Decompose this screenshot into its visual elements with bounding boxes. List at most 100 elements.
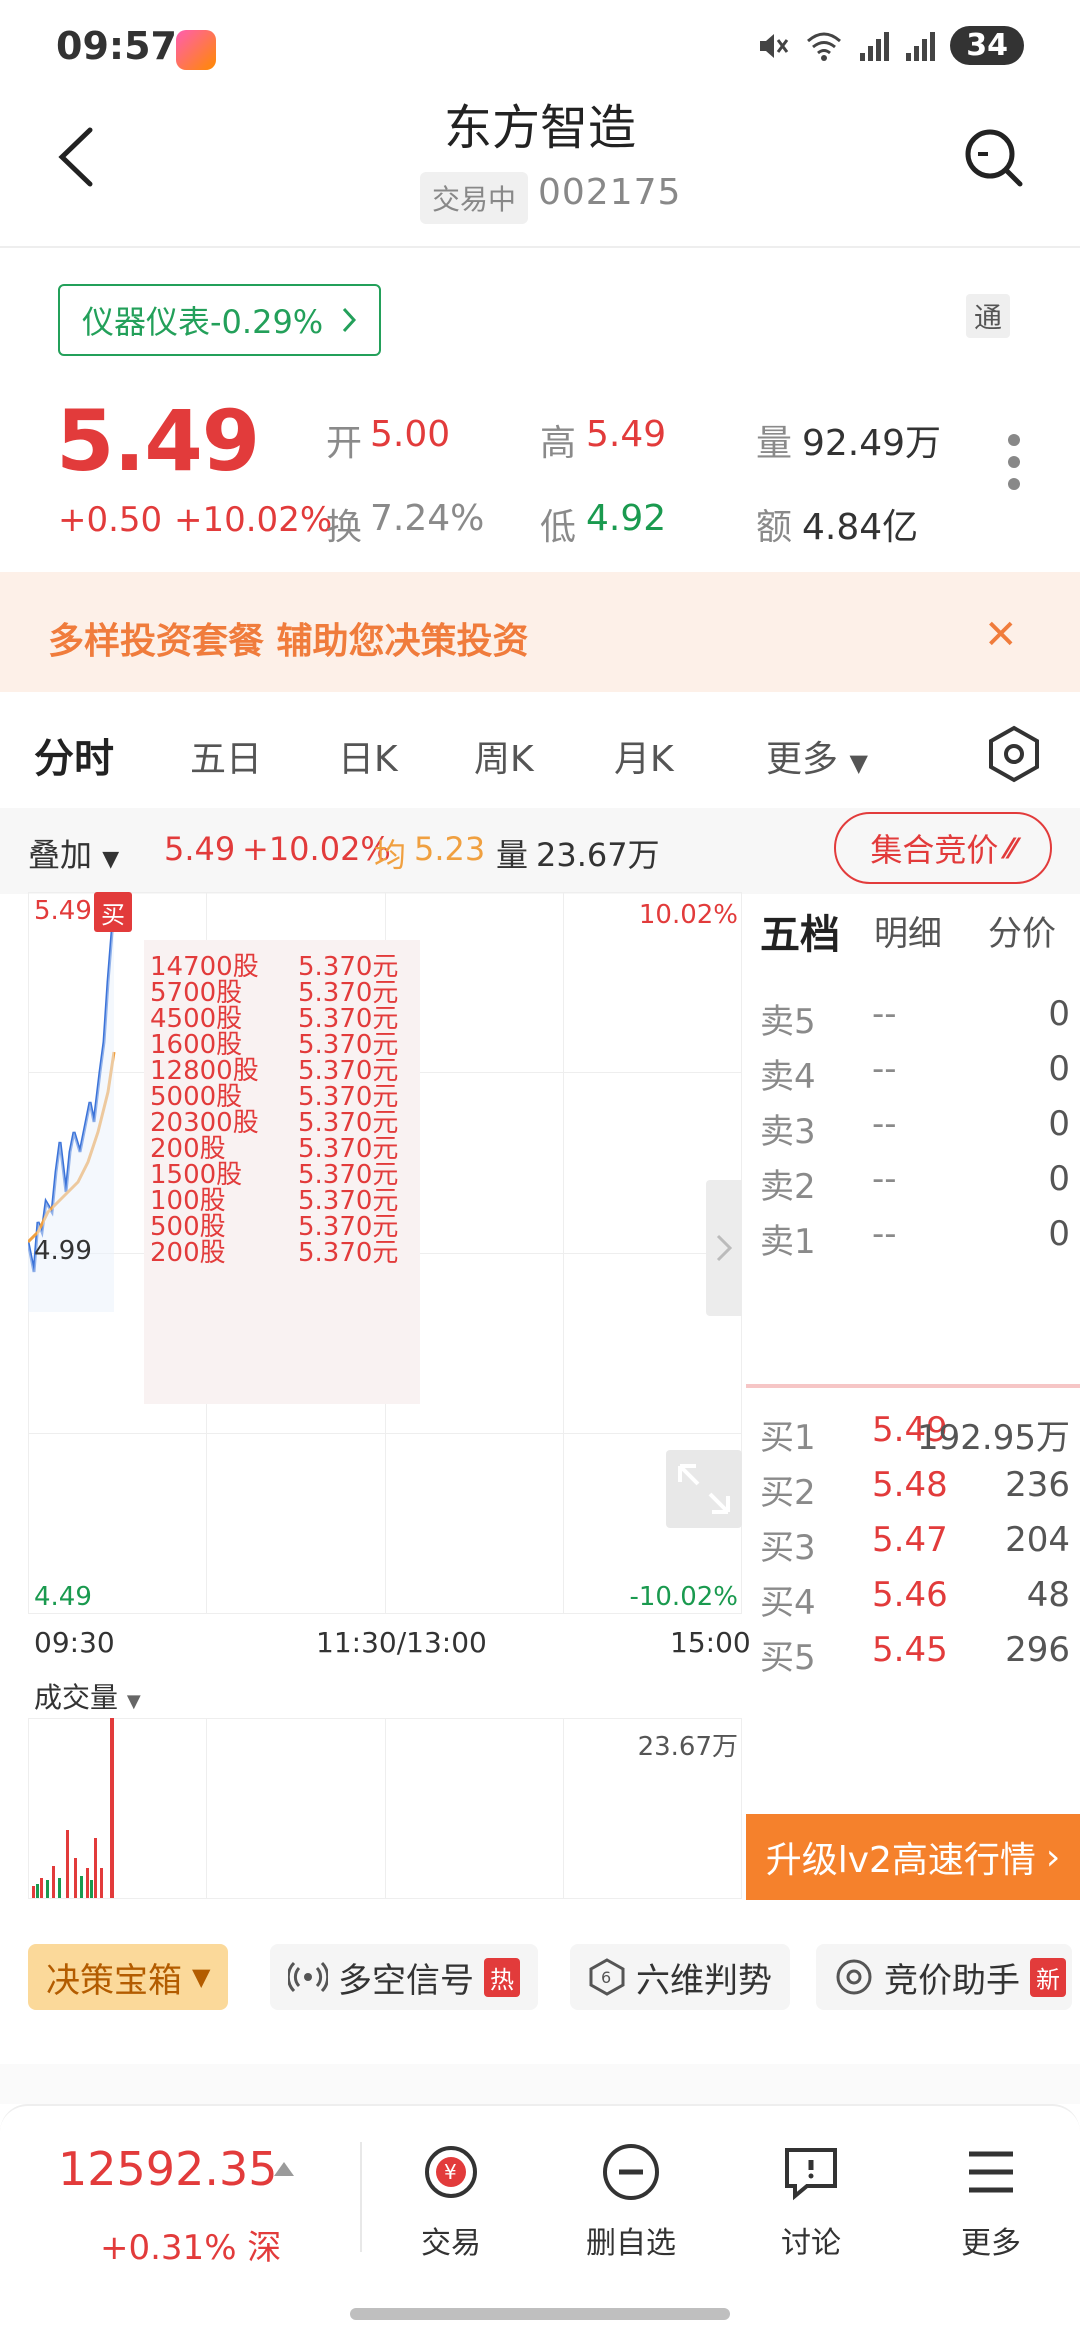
home-indicator[interactable] bbox=[350, 2308, 730, 2320]
status-bar: 09:57 34 bbox=[0, 0, 1080, 100]
signal-icon-2 bbox=[906, 31, 936, 61]
volume-dropdown[interactable]: 成交量 ▼ bbox=[34, 1676, 141, 1716]
low-label: 低 bbox=[540, 507, 577, 548]
order-level-label: 卖3 bbox=[760, 1112, 816, 1152]
order-level-volume: 48 bbox=[1026, 1575, 1070, 1615]
minus-circle-icon bbox=[603, 2144, 659, 2200]
order-level-volume: 296 bbox=[1005, 1630, 1070, 1670]
svg-text:¥: ¥ bbox=[444, 2160, 457, 2184]
order-level-label: 卖5 bbox=[760, 1002, 816, 1042]
caret-down-icon: ▼ bbox=[102, 847, 120, 872]
nav-divider bbox=[360, 2142, 362, 2252]
new-badge: 新 bbox=[1030, 1957, 1066, 1997]
pct-label-low: -10.02% bbox=[629, 1582, 738, 1612]
tab-monthly-k[interactable]: 月K bbox=[614, 730, 674, 782]
order-level-label: 买4 bbox=[760, 1583, 816, 1623]
nav-discuss-label: 讨论 bbox=[781, 2226, 841, 2261]
more-vertical-icon[interactable] bbox=[1006, 432, 1022, 492]
high-value: 5.49 bbox=[586, 414, 667, 455]
overlay-dropdown[interactable]: 叠加 ▼ bbox=[28, 830, 119, 876]
sector-label: 仪器仪表-0.29% bbox=[82, 303, 324, 341]
six-dimension-button[interactable]: 6 六维判势 bbox=[570, 1944, 790, 2010]
nav-remove-watchlist[interactable]: 删自选 bbox=[566, 2140, 696, 2262]
mute-icon bbox=[760, 33, 789, 58]
nav-more[interactable]: 更多 bbox=[926, 2140, 1056, 2262]
auction-assistant-button[interactable]: 竞价助手 新 bbox=[816, 1944, 1072, 2010]
chart-tabs bbox=[0, 712, 1080, 800]
tab-weekly-k[interactable]: 周K bbox=[474, 730, 534, 782]
expand-icon bbox=[678, 1464, 730, 1514]
y-label-low: 4.49 bbox=[34, 1582, 92, 1612]
tong-badge[interactable]: 通 bbox=[966, 294, 1010, 338]
tab-detail[interactable]: 明细 bbox=[874, 906, 942, 955]
avg-value: 5.23 bbox=[414, 830, 486, 868]
auction-button[interactable]: 集合竞价 ⁄⁄ bbox=[834, 812, 1052, 884]
high-label: 高 bbox=[540, 423, 577, 464]
wifi-icon bbox=[807, 32, 842, 61]
volume-max-label: 23.67万 bbox=[637, 1732, 738, 1762]
order-level-volume: 192.95万 bbox=[917, 1418, 1070, 1458]
overlay-price: 5.49 bbox=[164, 830, 236, 868]
volume-chart[interactable]: 23.67万 bbox=[28, 1718, 742, 1899]
volume-label: 量 bbox=[756, 423, 793, 464]
long-short-signal-label: 多空信号 bbox=[338, 1960, 474, 2001]
trading-status-tag: 交易中 bbox=[420, 172, 529, 224]
decision-box-label: 决策宝箱 bbox=[46, 1960, 182, 2001]
overlay-pct: +10.02% bbox=[242, 830, 391, 868]
chevron-right-icon bbox=[343, 307, 357, 333]
tab-more[interactable]: 更多 ▼ bbox=[766, 730, 868, 782]
time-label-mid: 11:30/13:00 bbox=[316, 1626, 487, 1659]
tab-price-breakdown[interactable]: 分价 bbox=[988, 906, 1056, 955]
order-level-volume: 236 bbox=[1005, 1465, 1070, 1505]
order-level-price: -- bbox=[872, 994, 897, 1034]
search-icon[interactable] bbox=[962, 126, 1026, 190]
current-price: 5.49 bbox=[56, 392, 260, 490]
menu-icon bbox=[969, 2151, 1013, 2193]
decision-box-button[interactable]: 决策宝箱 ▼ bbox=[28, 1944, 229, 2010]
long-short-signal-button[interactable]: 多空信号 热 bbox=[270, 1944, 538, 2010]
turnover-label: 换 bbox=[326, 507, 363, 548]
amount-value: 4.84亿 bbox=[802, 507, 919, 548]
order-level-price: 5.46 bbox=[872, 1575, 948, 1615]
order-level-volume: 0 bbox=[1048, 1214, 1070, 1254]
overlay-label: 叠加 bbox=[28, 836, 93, 874]
buy-marker[interactable]: 买 bbox=[94, 892, 132, 932]
six-dimension-label: 六维判势 bbox=[636, 1960, 772, 2001]
fullscreen-button[interactable] bbox=[666, 1450, 742, 1528]
open-value: 5.00 bbox=[370, 414, 451, 455]
volume-chart-label: 成交量 bbox=[34, 1681, 119, 1714]
tab-intraday[interactable]: 分时 bbox=[34, 726, 114, 784]
side-expand-handle[interactable] bbox=[706, 1180, 742, 1316]
pct-label-high: 10.02% bbox=[638, 900, 738, 930]
promo-text: 多样投资套餐 辅助您决策投资 bbox=[48, 621, 529, 662]
order-level-price: 5.48 bbox=[872, 1465, 948, 1505]
settings-hexagon-icon[interactable] bbox=[984, 724, 1044, 784]
chat-icon bbox=[785, 2148, 837, 2201]
chevron-right-icon bbox=[716, 1234, 733, 1262]
chevron-right-icon: › bbox=[1045, 1836, 1061, 1878]
hexagon-icon: 6 bbox=[589, 1958, 625, 1996]
content-strip bbox=[0, 2064, 1080, 2104]
nav-discuss[interactable]: 讨论 bbox=[746, 2140, 876, 2262]
caret-down-icon: ▼ bbox=[192, 1963, 211, 1991]
nav-trade-label: 交易 bbox=[421, 2226, 481, 2261]
nav-trade[interactable]: ¥ 交易 bbox=[386, 2140, 516, 2262]
order-level-volume: 0 bbox=[1048, 1104, 1070, 1144]
tab-five-day[interactable]: 五日 bbox=[190, 730, 262, 782]
assistant-icon bbox=[836, 1959, 872, 1995]
close-icon[interactable]: ✕ bbox=[984, 612, 1018, 658]
order-level-price: -- bbox=[872, 1159, 897, 1199]
caret-down-icon: ▼ bbox=[126, 1691, 141, 1712]
tab-five-level[interactable]: 五档 bbox=[760, 902, 840, 960]
order-level-volume: 0 bbox=[1048, 1049, 1070, 1089]
tab-daily-k[interactable]: 日K bbox=[338, 730, 398, 782]
order-level-volume: 0 bbox=[1048, 994, 1070, 1034]
upgrade-lv2-button[interactable]: 升级lv2高速行情 › bbox=[746, 1814, 1080, 1900]
sector-badge[interactable]: 仪器仪表-0.29% bbox=[58, 284, 382, 356]
index-value[interactable]: 12592.35 bbox=[58, 2142, 278, 2196]
battery-level: 34 bbox=[950, 26, 1024, 65]
svg-text:6: 6 bbox=[601, 1968, 611, 1987]
overlay-vol-label: 量 bbox=[496, 836, 529, 874]
low-value: 4.92 bbox=[586, 498, 667, 539]
trade-yuan-icon: ¥ bbox=[425, 2146, 477, 2198]
